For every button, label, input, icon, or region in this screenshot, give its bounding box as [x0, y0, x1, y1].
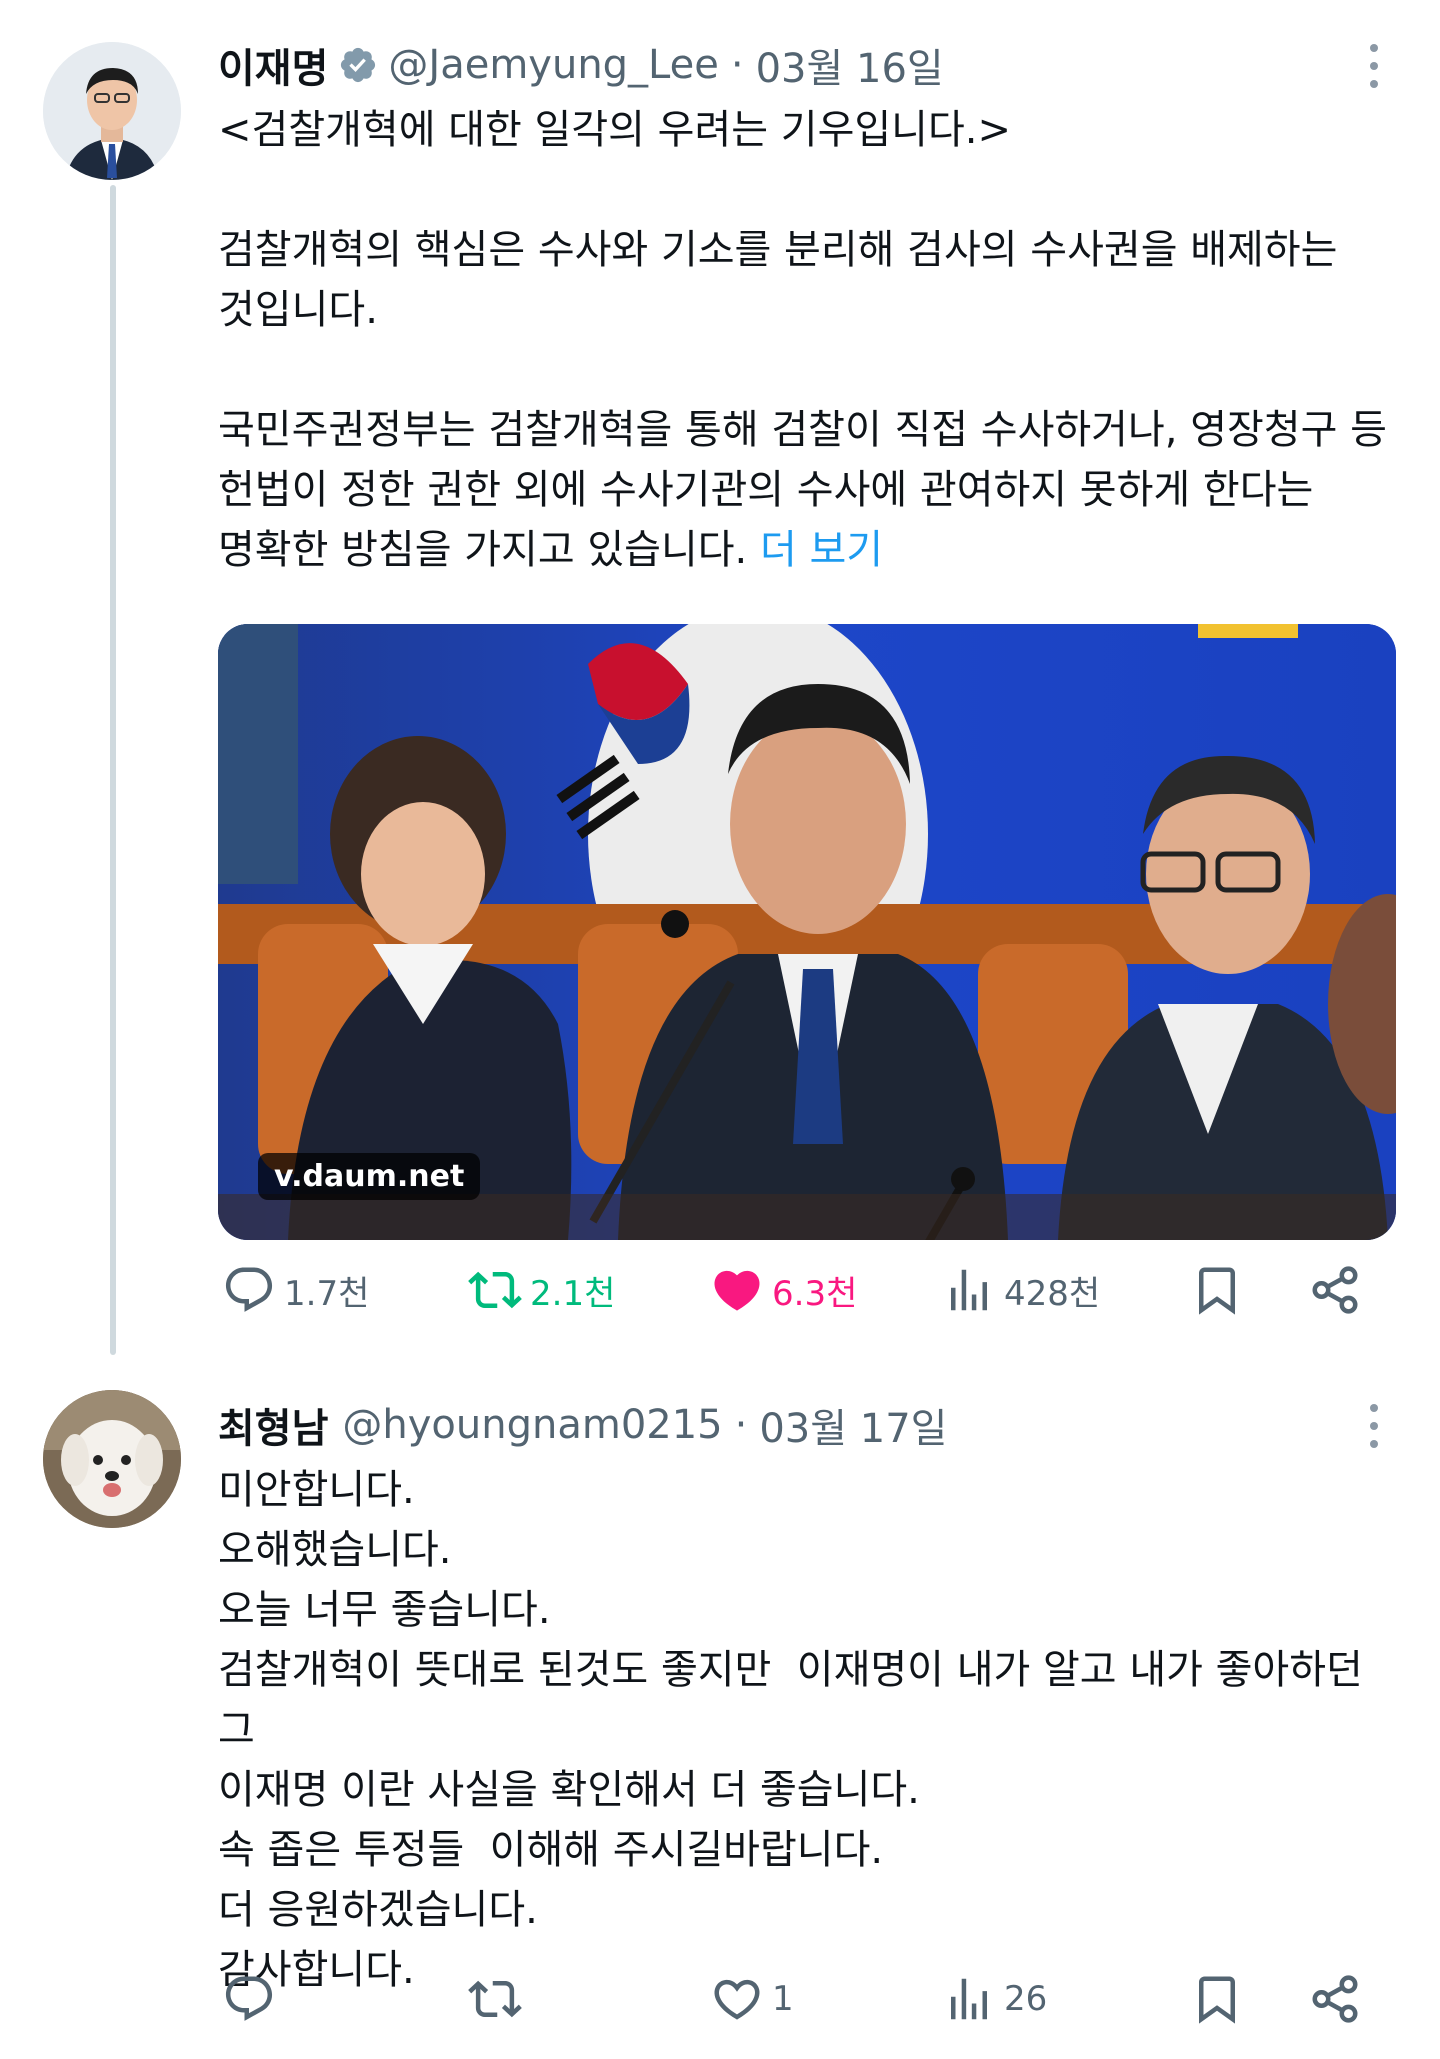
more-options-icon[interactable] [1354, 44, 1394, 88]
share-icon [1312, 1975, 1358, 2023]
reply-button[interactable] [222, 1969, 284, 2029]
tweet-content: 이재명 @Jaemyung_Lee · 03월 16일 <검찰개혁에 대한 일각… [218, 30, 1396, 1240]
tweet-text: <검찰개혁에 대한 일각의 우려는 기우입니다.> 검찰개혁의 핵심은 수사와 … [218, 100, 1394, 580]
text-line: 오해했습니다. [218, 1527, 452, 1573]
text-line: 오늘 너무 좋습니다. [218, 1587, 551, 1633]
verified-badge-icon [338, 45, 378, 85]
retweet-count: 2.1천 [530, 1273, 616, 1314]
heart-filled-icon [714, 1270, 760, 1311]
retweet-icon [468, 1271, 522, 1309]
views-count: 428천 [1004, 1273, 1101, 1314]
bookmark-icon [1199, 1267, 1235, 1315]
author-handle[interactable]: @hyoungnam0215 [342, 1402, 722, 1448]
bookmark-button[interactable] [1190, 1260, 1244, 1320]
tweet-header: 이재명 @Jaemyung_Lee · 03월 16일 [218, 30, 1394, 100]
conversation-thread: 이재명 @Jaemyung_Lee · 03월 16일 <검찰개혁에 대한 일각… [0, 0, 1440, 2059]
show-more-link[interactable]: 더 보기 [760, 527, 883, 573]
more-options-icon[interactable] [1354, 1404, 1394, 1448]
tweet-date[interactable]: 03월 17일 [759, 1396, 947, 1454]
link-domain-label: v.daum.net [258, 1153, 481, 1200]
tweet-text: 미안합니다. 오해했습니다. 오늘 너무 좋습니다. 검찰개혁이 뜻대로 된것도… [218, 1460, 1394, 2000]
text-line: 검찰개혁의 핵심은 수사와 기소를 분리해 검사의 수사권을 배제하는 [218, 227, 1338, 273]
text-line: <검찰개혁에 대한 일각의 우려는 기우입니다.> [218, 107, 1012, 153]
author-name[interactable]: 최형남 [218, 1396, 328, 1454]
bookmark-icon [1199, 1976, 1235, 2024]
reply-count: 1.7천 [284, 1273, 370, 1314]
bookmark-button[interactable] [1190, 1969, 1244, 2029]
share-button[interactable] [1308, 1969, 1362, 2029]
like-button[interactable]: 1 [710, 1969, 794, 2029]
thread-connector-line [110, 185, 116, 1355]
text-line: 검찰개혁이 뜻대로 된것도 좋지만 이재명이 내가 알고 내가 좋아하던 그 [218, 1647, 1376, 1753]
like-button[interactable]: 6.3천 [710, 1260, 857, 1320]
text-line: 헌법이 정한 권한 외에 수사기관의 수사에 관여하지 못하게 한다는 [218, 467, 1314, 513]
retweet-button[interactable]: 2.1천 [468, 1260, 615, 1320]
text-line: 이재명 이란 사실을 확인해서 더 좋습니다. [218, 1767, 920, 1813]
heart-outline-icon [714, 1979, 760, 2020]
link-card-image[interactable]: v.daum.net [218, 624, 1396, 1240]
share-button[interactable] [1308, 1260, 1362, 1320]
separator-dot: · [734, 1402, 748, 1448]
avatar[interactable] [43, 1390, 181, 1528]
share-icon [1312, 1266, 1358, 1314]
text-line-last: 명확한 방침을 가지고 있습니다. 더 보기 [218, 520, 1394, 580]
text-line: 속 좁은 투정들 이해해 주시길바랍니다. [218, 1827, 884, 1873]
views-button[interactable]: 428천 [942, 1260, 1100, 1320]
views-icon [951, 1978, 987, 2020]
reply-icon [225, 1976, 273, 2021]
author-name[interactable]: 이재명 [218, 36, 328, 94]
retweet-button[interactable] [468, 1969, 530, 2029]
tweet-date[interactable]: 03월 16일 [756, 36, 944, 94]
views-count: 26 [1004, 1979, 1048, 2019]
avatar[interactable] [43, 42, 181, 180]
text-line: 것입니다. [218, 287, 378, 333]
separator-dot: · [730, 42, 744, 88]
tweet-content: 최형남 @hyoungnam0215 · 03월 17일 미안합니다. 오해했습… [218, 1390, 1394, 2000]
retweet-icon [468, 1980, 522, 2018]
like-count: 6.3천 [772, 1273, 858, 1314]
text-line: 미안합니다. [218, 1467, 415, 1513]
reply-button[interactable]: 1.7천 [222, 1260, 369, 1320]
tweet-action-bar: 1 26 [222, 1969, 1372, 2029]
author-handle[interactable]: @Jaemyung_Lee [388, 42, 718, 88]
like-count: 1 [772, 1979, 794, 2019]
text-line: 더 응원하겠습니다. [218, 1887, 538, 1933]
tweet-action-bar: 1.7천 2.1천 6.3천 428천 [222, 1260, 1372, 1320]
views-button[interactable]: 26 [942, 1969, 1047, 2029]
text-line: 명확한 방침을 가지고 있습니다. [218, 527, 748, 573]
views-icon [951, 1269, 987, 1311]
text-line: 국민주권정부는 검찰개혁을 통해 검찰이 직접 수사하거나, 영장청구 등 [218, 407, 1387, 453]
reply-icon [225, 1267, 273, 1312]
tweet-header: 최형남 @hyoungnam0215 · 03월 17일 [218, 1390, 1394, 1460]
